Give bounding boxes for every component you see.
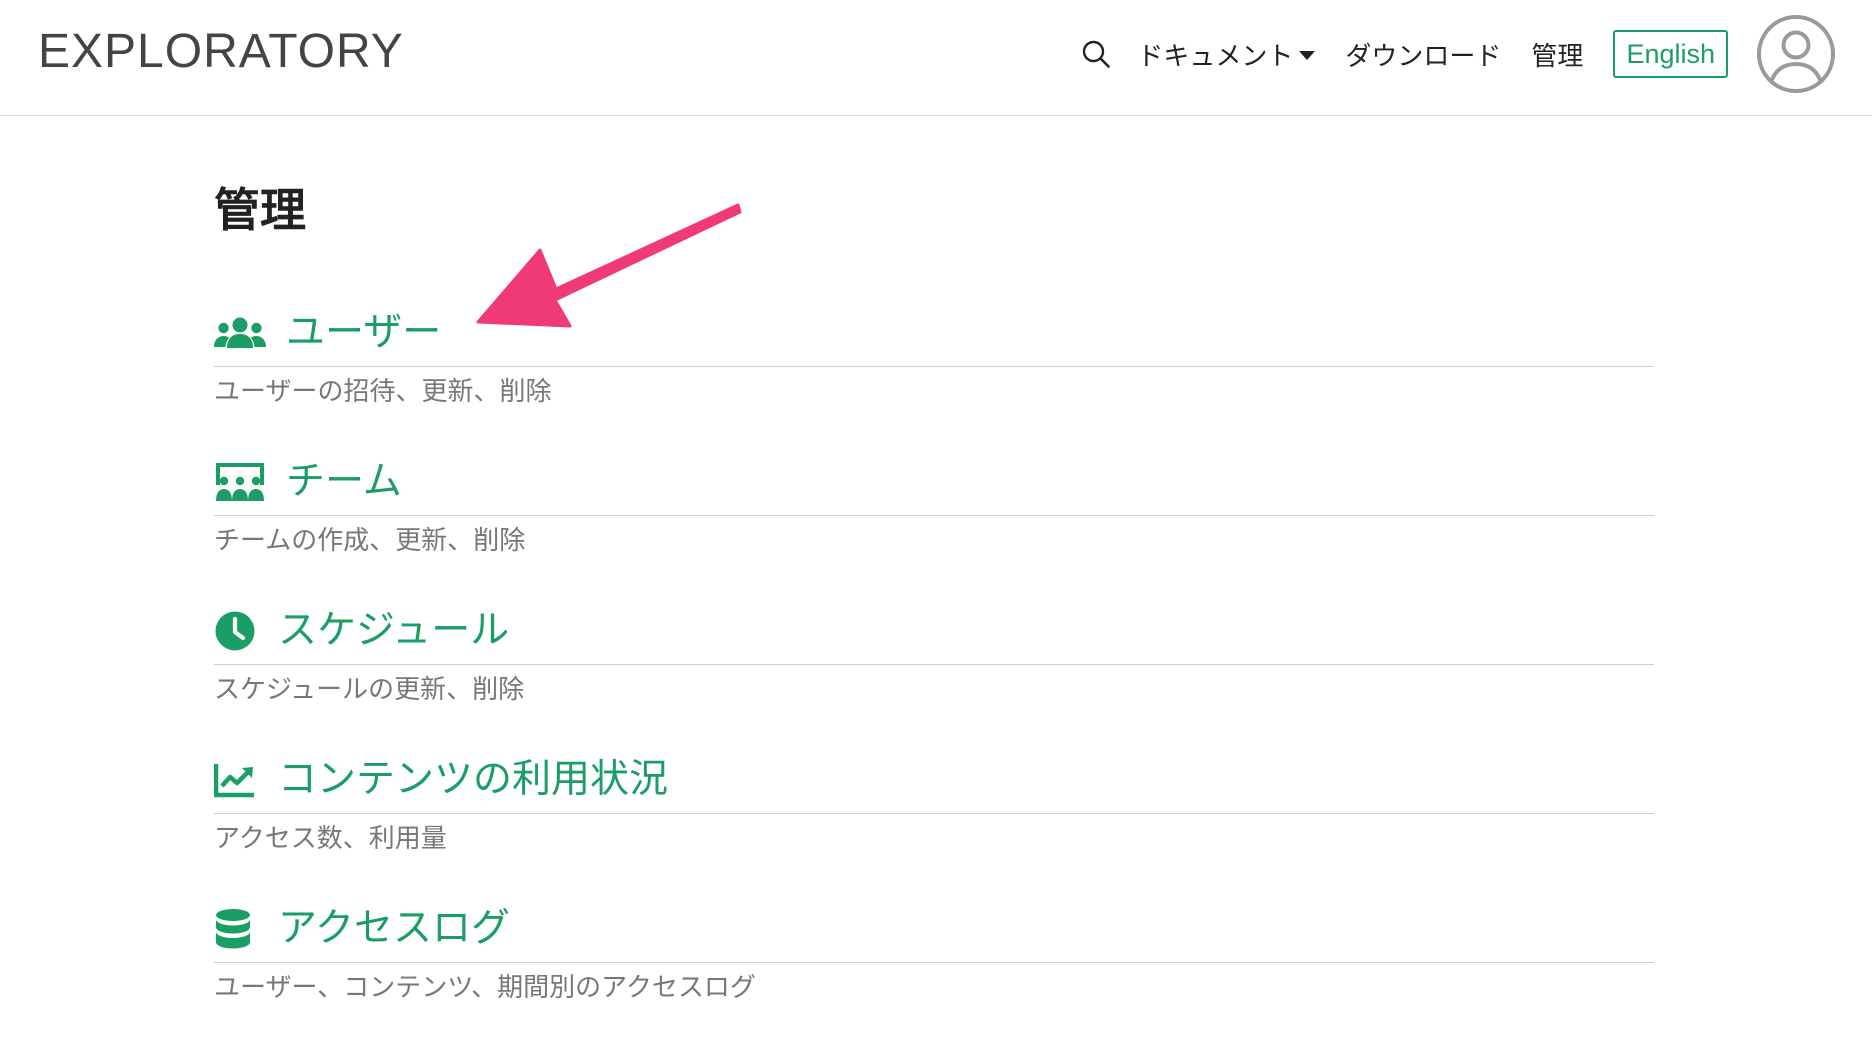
caret-down-icon [1299,50,1316,60]
search-button[interactable] [1079,37,1113,71]
admin-link-schedule[interactable]: スケジュール [214,604,1654,665]
admin-item-title: チーム [286,459,402,504]
admin-item-users: ユーザー ユーザーの招待、更新、削除 [214,306,1654,455]
app-logo[interactable]: EXPLORATORY [38,26,404,78]
admin-item-content-usage: コンテンツの利用状況 アクセス数、利用量 [214,753,1654,902]
nav-admin[interactable]: 管理 [1531,36,1583,73]
admin-item-description: チームの作成、更新、削除 [214,526,526,556]
admin-item-title: スケジュール [278,608,510,653]
database-icon [214,908,256,950]
admin-link-content-usage[interactable]: コンテンツの利用状況 [214,753,1654,814]
search-icon [1083,40,1111,68]
users-icon [214,312,266,354]
user-circle-icon [1757,15,1835,93]
nav-documents-label: ドキュメント [1137,41,1294,72]
admin-page: EXPLORATORY ドキュメント ダウンロード 管理 English 管理 … [0,0,1872,1050]
admin-item-schedule: スケジュール スケジュールの更新、削除 [214,604,1654,753]
clock-icon [214,610,256,652]
admin-link-access-log[interactable]: アクセスログ [214,902,1654,963]
nav-download[interactable]: ダウンロード [1345,36,1501,73]
nav-download-label: ダウンロード [1345,41,1502,72]
admin-item-title: ユーザー [286,310,442,355]
admin-menu-list: ユーザー ユーザーの招待、更新、削除 チーム チームの作成、更新、削除 スケジュ… [214,306,1654,1050]
admin-link-users[interactable]: ユーザー [214,306,1654,367]
language-toggle-button[interactable]: English [1613,30,1728,78]
admin-item-title: アクセスログ [278,906,511,951]
admin-item-team: チーム チームの作成、更新、削除 [214,455,1654,604]
nav-admin-label: 管理 [1531,41,1584,72]
admin-item-description: ユーザー、コンテンツ、期間別のアクセスログ [214,973,756,1003]
nav-documents-dropdown[interactable]: ドキュメント [1137,36,1316,73]
admin-item-title: コンテンツの利用状況 [278,757,669,802]
admin-content: 管理 ユーザー ユーザーの招待、更新、削除 チーム チームの作成、更新、削除 ス… [214,180,1654,1050]
top-navbar: EXPLORATORY ドキュメント ダウンロード 管理 English [0,0,1872,116]
admin-item-description: アクセス数、利用量 [214,824,447,854]
admin-item-description: スケジュールの更新、削除 [214,675,525,705]
admin-link-team[interactable]: チーム [214,455,1654,516]
admin-item-description: ユーザーの招待、更新、削除 [214,377,552,407]
line-chart-icon [214,759,256,801]
nav-menu: ドキュメント ダウンロード 管理 English [1079,14,1836,94]
user-menu-button[interactable] [1756,14,1836,94]
page-title: 管理 [214,183,306,237]
team-icon [214,461,266,503]
admin-item-access-log: アクセスログ ユーザー、コンテンツ、期間別のアクセスログ [214,902,1654,1050]
